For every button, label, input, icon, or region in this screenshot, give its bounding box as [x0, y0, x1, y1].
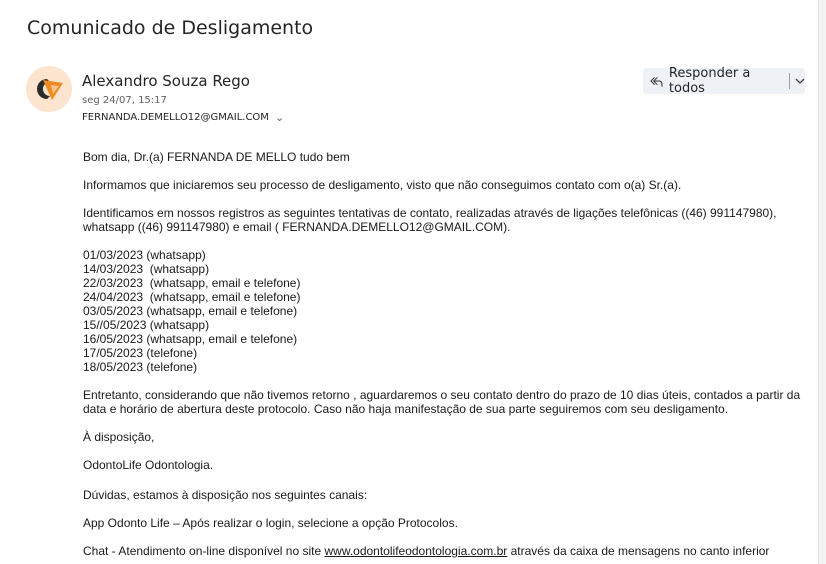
paragraph-1: Informamos que iniciaremos seu processo … [83, 178, 682, 192]
list-item: 03/05/2023 (whatsapp, email e telefone) [83, 304, 298, 318]
website-link[interactable]: www.odontolifeodontologia.com.br [324, 544, 507, 558]
list-item: 15//05/2023 (whatsapp) [83, 318, 210, 332]
list-item: 01/03/2023 (whatsapp) [83, 248, 206, 262]
list-item: 18/05/2023 (telefone) [83, 360, 198, 374]
email-body: Bom dia, Dr.(a) FERNANDA DE MELLO tudo b… [83, 150, 808, 558]
company-logo-icon [37, 79, 63, 100]
avatar [26, 66, 72, 112]
email-datetime: seg 24/07, 15:17 [82, 95, 167, 106]
closing: À disposição, [83, 430, 155, 444]
chat-prefix: Chat - Atendimento on-line disponível no… [83, 544, 325, 558]
app-instructions: App Odonto Life – Após realizar o login,… [83, 516, 458, 530]
chevron-down-icon [795, 78, 805, 84]
scrollbar[interactable] [818, 0, 826, 564]
chat-instructions: Chat - Atendimento on-line disponível no… [83, 544, 808, 558]
recipient-email[interactable]: FERNANDA.DEMELLO12@GMAIL.COM [82, 112, 269, 123]
list-item: 22/03/2023 (whatsapp, email e telefone) [83, 276, 301, 290]
greeting: Bom dia, Dr.(a) FERNANDA DE MELLO tudo b… [83, 150, 350, 164]
list-item: 17/05/2023 (telefone) [83, 346, 198, 360]
chat-suffix: através da caixa de mensagens no canto i… [507, 544, 770, 558]
reply-options-dropdown[interactable] [790, 78, 805, 85]
reply-all-button-group: Responder a todos [643, 66, 805, 96]
reply-all-button[interactable]: Responder a todos [643, 66, 781, 96]
email-subject: Comunicado de Desligamento [27, 17, 314, 39]
paragraph-2: Identificamos em nossos registros as seg… [83, 206, 777, 234]
sender-name[interactable]: Alexandro Souza Rego [82, 72, 250, 90]
list-item: 14/03/2023 (whatsapp) [83, 262, 210, 276]
reply-all-icon [650, 76, 663, 87]
list-item: 16/05/2023 (whatsapp, email e telefone) [83, 332, 298, 346]
reply-all-label: Responder a todos [668, 66, 751, 96]
doubts-text: Dúvidas, estamos à disposição nos seguin… [83, 488, 368, 502]
recipient-row: FERNANDA.DEMELLO12@GMAIL.COM ⌄ [82, 111, 284, 124]
contact-attempts-list: 01/03/2023 (whatsapp) 14/03/2023 (whatsa… [83, 248, 808, 374]
list-item: 24/04/2023 (whatsapp, email e telefone) [83, 290, 301, 304]
signature: OdontoLife Odontologia. [83, 458, 214, 472]
paragraph-3: Entretanto, considerando que não tivemos… [83, 388, 801, 416]
expand-recipients-icon[interactable]: ⌄ [275, 111, 284, 124]
